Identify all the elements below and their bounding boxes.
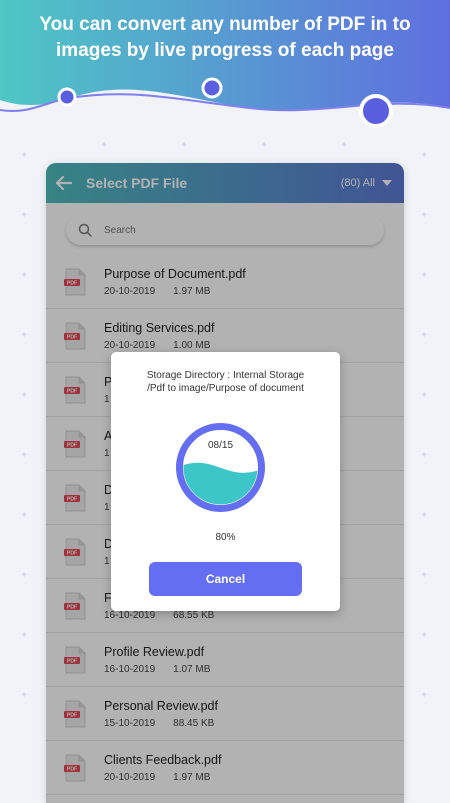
- banner-headline-line1: You can convert any number of PDF in to: [39, 14, 411, 35]
- progress-wave-gauge: [176, 423, 265, 512]
- storage-directory-line2: /Pdf to image/Purpose of document: [147, 383, 304, 394]
- progress-percent: 80%: [215, 532, 236, 543]
- storage-directory-line1: Storage Directory : Internal Storage: [146, 370, 305, 381]
- banner-headline-line2: images by live progress of each page: [56, 40, 394, 61]
- storage-directory-text: Storage Directory : Internal Storage /Pd…: [111, 369, 340, 395]
- page-counter: 08/15: [207, 440, 234, 451]
- conversion-progress-dialog: Storage Directory : Internal Storage /Pd…: [111, 352, 340, 611]
- cancel-button[interactable]: Cancel: [149, 562, 302, 596]
